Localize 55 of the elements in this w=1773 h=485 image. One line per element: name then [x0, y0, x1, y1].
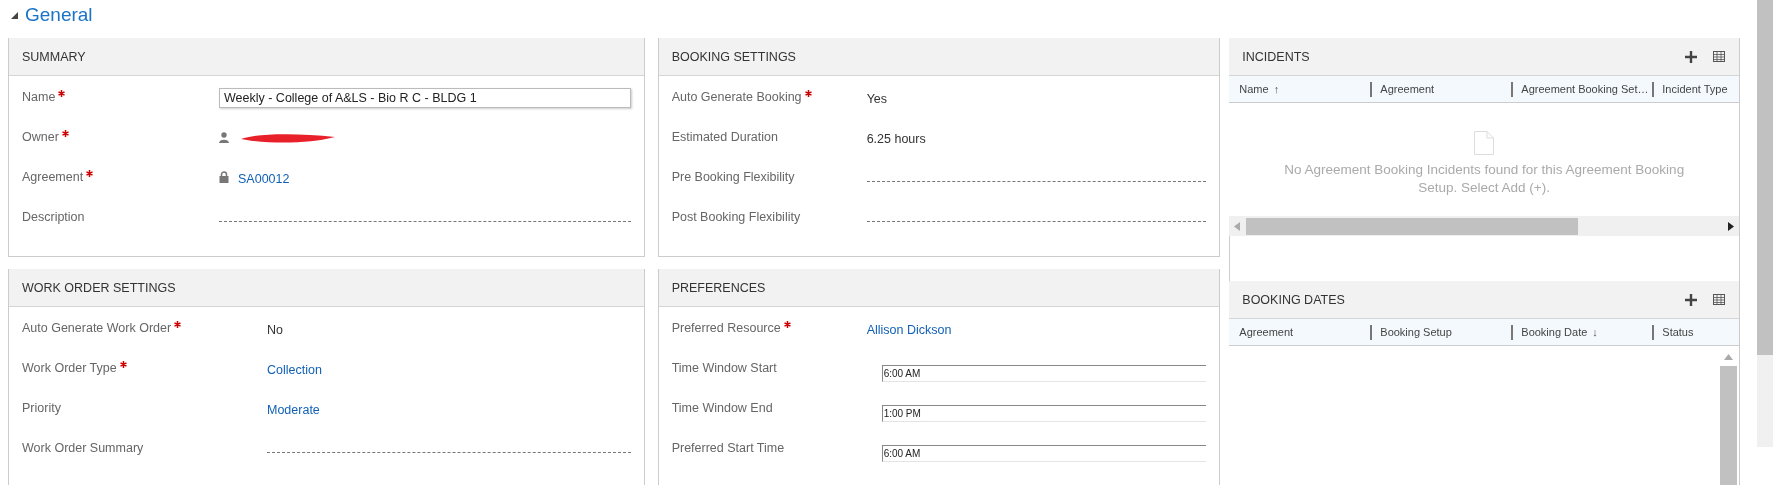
lookup-link[interactable]: Collection — [267, 359, 322, 377]
field-label: Description — [22, 210, 85, 224]
grid-view-icon[interactable] — [1713, 294, 1725, 305]
field-label: Pre Booking Flexibility — [671, 170, 795, 184]
empty-message: No Agreement Booking Incidents found for this Agreement Booking Setup. Select Add (+). — [1283, 161, 1686, 197]
field-label: Agreement — [22, 170, 84, 184]
column-header[interactable]: Booking Setup — [1370, 324, 1512, 340]
lookup-link[interactable]: Allison Dickson — [866, 319, 952, 337]
column-header[interactable]: Name ↑ — [1229, 81, 1371, 97]
lookup-link[interactable]: Moderate — [267, 399, 320, 417]
panel-title: SUMMARY — [22, 49, 86, 64]
field-label: Work Order Summary — [22, 441, 144, 455]
lookup-link[interactable]: SA00012 — [238, 168, 290, 186]
panel-title: WORK ORDER SETTINGS — [22, 280, 176, 295]
document-icon — [1474, 131, 1495, 155]
column-header[interactable]: Status — [1652, 324, 1694, 340]
field-label: Work Order Type — [22, 361, 117, 375]
panel-title: BOOKING SETTINGS — [671, 49, 796, 64]
field-label: Time Window Start — [671, 361, 777, 375]
field-label: Priority — [22, 401, 61, 415]
scroll-right-icon[interactable] — [1728, 221, 1734, 231]
field-label: Time Window End — [671, 401, 773, 415]
field-label: Name — [22, 90, 56, 104]
field-label: Estimated Duration — [671, 130, 778, 144]
field-label: Owner — [22, 130, 59, 144]
horizontal-scrollbar[interactable] — [1229, 216, 1739, 236]
scroll-up-icon[interactable] — [1724, 354, 1733, 360]
column-header[interactable]: Incident Type — [1652, 81, 1728, 97]
field-label: Auto Generate Booking — [671, 90, 802, 104]
column-header[interactable]: Agreement — [1229, 324, 1371, 340]
field-label: Auto Generate Work Order — [22, 321, 172, 335]
subgrid-title: INCIDENTS — [1242, 49, 1310, 64]
column-header[interactable]: Booking Date ↓ — [1511, 324, 1653, 340]
collapse-triangle-icon[interactable] — [11, 11, 18, 19]
person-icon — [219, 131, 229, 143]
section-title[interactable]: General — [25, 4, 93, 26]
grid-view-icon[interactable] — [1713, 51, 1725, 62]
time-field[interactable]: 6:00 AM — [881, 445, 1207, 462]
time-field[interactable]: 6:00 AM — [881, 365, 1207, 382]
field-value: Yes — [866, 91, 888, 106]
panel-title: PREFERENCES — [671, 280, 766, 295]
page-scrollbar[interactable] — [1757, 0, 1773, 447]
lock-icon — [219, 171, 229, 183]
column-header[interactable]: Agreement — [1370, 81, 1512, 97]
field-label: Preferred Resource — [671, 321, 781, 335]
field-label: Post Booking Flexibility — [671, 210, 801, 224]
field-value: 6.25 hours — [866, 131, 926, 146]
time-field[interactable]: 1:00 PM — [881, 405, 1207, 422]
text-field[interactable]: Weekly - College of A&LS - Bio R C - BLDG 1 — [219, 88, 631, 108]
field-label: Preferred Start Time — [671, 441, 785, 455]
column-header[interactable]: Agreement Booking Set… — [1511, 81, 1653, 97]
add-icon[interactable] — [1685, 293, 1697, 306]
field-value: No — [267, 322, 283, 337]
add-icon[interactable] — [1685, 50, 1697, 63]
subgrid-title: BOOKING DATES — [1242, 292, 1345, 307]
